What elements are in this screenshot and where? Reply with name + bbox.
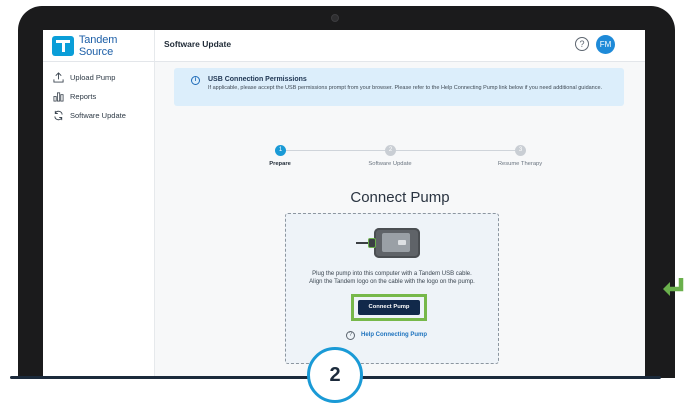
app-screen: Tandem Source Software Update ? FM Uploa… [43,30,645,378]
camera-icon [331,14,339,22]
sidebar-item-upload-pump[interactable]: Upload Pump [53,70,115,84]
sidebar-item-reports[interactable]: Reports [53,89,96,103]
step-1-label: Prepare [269,161,291,167]
page-heading: Connect Pump [350,189,450,206]
sidebar-item-label: Reports [70,91,97,101]
refresh-icon [54,110,63,120]
help-link-label: Help Connecting Pump [361,332,427,338]
top-bar: Tandem Source Software Update ? FM [43,30,645,62]
sidebar-item-label: Software Update [70,110,126,120]
stepper-line [390,150,520,151]
brand-name: Tandem Source [78,33,118,58]
connect-pump-button[interactable]: Connect Pump [358,300,420,315]
question-icon: ? [346,330,355,340]
step-2-label: Software Update [368,161,412,167]
step-1-dot: 1 [275,145,286,156]
step-3-dot: 3 [515,145,526,156]
info-icon: i [191,76,200,85]
help-connecting-pump-link[interactable]: ? Help Connecting Pump [346,329,427,341]
step-badge: 2 [307,347,363,403]
help-icon[interactable]: ? [575,37,589,51]
pump-screen-icon [382,233,410,252]
stepper-line [280,150,390,151]
brand[interactable]: Tandem Source [43,30,155,61]
bar-chart-icon [53,91,64,101]
upload-icon [53,71,64,83]
tandem-logo-icon [52,35,74,56]
usb-plug-icon [368,238,376,248]
instructions-line-2: Align the Tandem logo on the cable with … [309,279,475,285]
page-title: Software Update [164,39,232,49]
main-content: i USB Connection Permissions If applicab… [155,62,645,378]
banner-text: If applicable, please accept the USB per… [208,85,603,91]
return-arrow-icon [663,278,684,296]
instructions-line-1: Plug the pump into this computer with a … [312,271,472,277]
usb-permissions-banner: i USB Connection Permissions If applicab… [174,68,624,106]
step-3-label: Resume Therapy [497,161,543,167]
sidebar-item-software-update[interactable]: Software Update [53,108,126,122]
connect-instructions: Plug the pump into this computer with a … [286,270,498,286]
sidebar-item-label: Upload Pump [70,72,116,82]
step-2-dot: 2 [385,145,396,156]
banner-title: USB Connection Permissions [208,76,307,83]
sidebar: Upload Pump Reports Software Update [43,62,155,378]
avatar[interactable]: FM [596,35,615,54]
connect-pump-panel: Plug the pump into this computer with a … [285,213,499,364]
